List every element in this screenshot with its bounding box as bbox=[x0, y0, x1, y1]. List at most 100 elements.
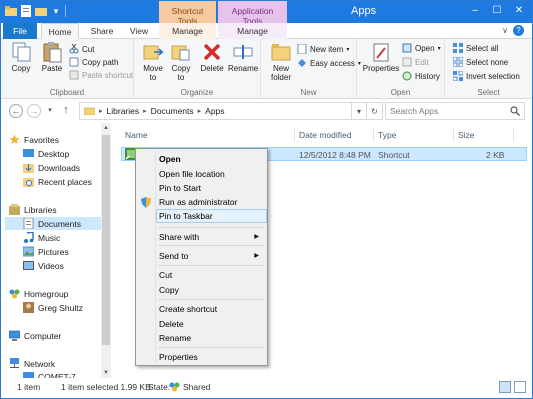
cut-button[interactable]: Cut bbox=[69, 43, 94, 55]
delete-button[interactable]: Delete bbox=[198, 41, 226, 73]
nav-music[interactable]: Music bbox=[23, 231, 60, 244]
paste-button[interactable]: Paste bbox=[38, 41, 66, 73]
nav-desktop[interactable]: Desktop bbox=[23, 147, 69, 160]
tab-file[interactable]: File bbox=[3, 23, 37, 39]
back-button[interactable]: ← bbox=[9, 104, 23, 118]
cut-label: Cut bbox=[82, 44, 95, 54]
nav-greg-shultz[interactable]: Greg Shultz bbox=[23, 301, 83, 314]
menu-item-delete[interactable]: Delete bbox=[138, 317, 265, 331]
menu-item-open-file-location[interactable]: Open file location bbox=[138, 167, 265, 181]
search-input[interactable]: Search Apps bbox=[385, 102, 525, 120]
copy-path-button[interactable]: Copy path bbox=[69, 56, 118, 68]
copy-button[interactable]: Copy bbox=[7, 41, 35, 73]
tab-view[interactable]: View bbox=[123, 23, 155, 39]
nav-downloads[interactable]: Downloads bbox=[23, 161, 80, 174]
move-to-button[interactable]: Move to bbox=[140, 41, 166, 82]
nav-libraries-label: Libraries bbox=[24, 204, 57, 215]
nav-documents[interactable]: Documents bbox=[5, 217, 101, 230]
column-header-type[interactable]: Type bbox=[378, 130, 396, 140]
column-header-size[interactable]: Size bbox=[458, 130, 475, 140]
new-folder-button[interactable]: New folder bbox=[267, 41, 295, 82]
tab-home[interactable]: Home bbox=[41, 23, 79, 40]
breadcrumb-libraries[interactable]: Libraries bbox=[107, 106, 140, 116]
recent-locations-dropdown[interactable]: ▾ bbox=[43, 104, 57, 118]
nav-favorites[interactable]: Favorites bbox=[9, 133, 59, 146]
folder-icon[interactable] bbox=[5, 5, 17, 17]
column-header-name[interactable]: Name bbox=[125, 130, 148, 140]
column-divider[interactable] bbox=[453, 127, 454, 142]
tab-share[interactable]: Share bbox=[85, 23, 119, 39]
new-item-button[interactable]: New item ▾ bbox=[297, 43, 349, 55]
select-none-button[interactable]: Select none bbox=[452, 56, 508, 68]
menu-item-create-shortcut[interactable]: Create shortcut bbox=[138, 302, 265, 316]
menu-item-rename[interactable]: Rename bbox=[138, 331, 265, 345]
scrollbar-thumb[interactable] bbox=[102, 135, 110, 345]
close-button[interactable]: ✕ bbox=[508, 2, 530, 18]
chevron-down-icon[interactable]: ∨ bbox=[502, 26, 508, 35]
menu-item-open[interactable]: Open bbox=[138, 152, 265, 166]
paste-shortcut-button[interactable]: Paste shortcut bbox=[69, 69, 133, 81]
menu-item-share-with[interactable]: Share with ▶ bbox=[138, 230, 265, 244]
nav-videos[interactable]: Videos bbox=[23, 259, 64, 272]
nav-recent-places[interactable]: Recent places bbox=[23, 175, 92, 188]
nav-computer[interactable]: Computer bbox=[8, 329, 61, 342]
select-all-button[interactable]: Select all bbox=[453, 42, 498, 54]
menu-item-copy[interactable]: Copy bbox=[138, 283, 265, 297]
address-dropdown-button[interactable]: ▾ bbox=[351, 102, 367, 120]
edit-button[interactable]: Edit bbox=[402, 56, 429, 68]
chevron-right-icon: ▸ bbox=[99, 108, 103, 115]
user-avatar-icon bbox=[23, 302, 34, 313]
nav-homegroup[interactable]: Homegroup bbox=[9, 287, 68, 300]
properties-icon[interactable] bbox=[20, 5, 32, 17]
menu-item-pin-to-start[interactable]: Pin to Start bbox=[138, 181, 265, 195]
navigation-pane: Favorites Desktop Downloads Recent place… bbox=[1, 123, 111, 382]
rename-button[interactable]: Rename bbox=[228, 41, 258, 73]
up-button[interactable]: ↑ bbox=[59, 104, 73, 118]
properties-button[interactable]: Properties bbox=[361, 41, 401, 73]
forward-button[interactable]: → bbox=[27, 104, 41, 118]
new-folder-icon[interactable] bbox=[35, 5, 47, 17]
breadcrumb-apps[interactable]: Apps bbox=[205, 106, 224, 116]
menu-item-properties[interactable]: Properties bbox=[138, 350, 265, 364]
history-button[interactable]: History bbox=[402, 70, 440, 82]
context-menu: Open Open file location Pin to Start Run… bbox=[135, 148, 268, 366]
music-icon bbox=[23, 231, 34, 243]
invert-selection-button[interactable]: Invert selection bbox=[452, 70, 520, 82]
menu-item-run-as-administrator[interactable]: Run as administrator bbox=[138, 195, 265, 209]
menu-item-send-to[interactable]: Send to ▶ bbox=[138, 249, 265, 263]
column-divider[interactable] bbox=[294, 127, 295, 142]
breadcrumb-documents[interactable]: Documents bbox=[151, 106, 194, 116]
column-divider[interactable] bbox=[513, 127, 514, 142]
tab-manage-shortcut[interactable]: Manage bbox=[159, 23, 216, 39]
menu-separator bbox=[158, 265, 264, 266]
details-view-button[interactable] bbox=[499, 381, 511, 393]
refresh-button[interactable]: ↻ bbox=[367, 102, 383, 120]
nav-music-label: Music bbox=[38, 232, 61, 243]
easy-access-button[interactable]: Easy access ▾ bbox=[297, 57, 361, 69]
menu-item-cut[interactable]: Cut bbox=[138, 268, 265, 282]
column-divider[interactable] bbox=[373, 127, 374, 142]
nav-pictures[interactable]: Pictures bbox=[22, 245, 69, 258]
open-button[interactable]: Open ▾ bbox=[402, 42, 441, 54]
navigation-bar: ← → ▾ ↑ ▸ Libraries ▸ Documents ▸ Apps ▾… bbox=[1, 99, 532, 123]
scroll-down-icon[interactable]: ▼ bbox=[101, 368, 111, 378]
open-label: Open bbox=[415, 43, 435, 53]
dropdown-arrow-icon[interactable]: ▾ bbox=[50, 5, 62, 17]
minimize-button[interactable]: – bbox=[464, 2, 486, 18]
nav-pane-scrollbar[interactable]: ▲ ▼ bbox=[101, 123, 111, 378]
nav-libraries[interactable]: Libraries bbox=[9, 203, 57, 216]
new-item-label: New item bbox=[310, 44, 344, 54]
help-icon[interactable]: ? bbox=[513, 25, 524, 36]
explorer-window: ▾ Shortcut Tools Application Tools Apps … bbox=[0, 0, 533, 399]
scroll-up-icon[interactable]: ▲ bbox=[101, 123, 111, 133]
nav-network[interactable]: Network bbox=[9, 357, 55, 370]
history-label: History bbox=[415, 71, 440, 81]
menu-item-pin-to-taskbar[interactable]: Pin to Taskbar bbox=[156, 209, 267, 223]
copy-to-button[interactable]: Copy to bbox=[168, 41, 194, 82]
address-bar[interactable]: ▸ Libraries ▸ Documents ▸ Apps bbox=[79, 102, 367, 120]
maximize-button[interactable]: ☐ bbox=[486, 2, 508, 18]
nav-videos-label: Videos bbox=[38, 260, 64, 271]
large-icons-view-button[interactable] bbox=[514, 381, 526, 393]
column-header-date[interactable]: Date modified bbox=[299, 130, 351, 140]
tab-manage-application[interactable]: Manage bbox=[218, 23, 287, 39]
